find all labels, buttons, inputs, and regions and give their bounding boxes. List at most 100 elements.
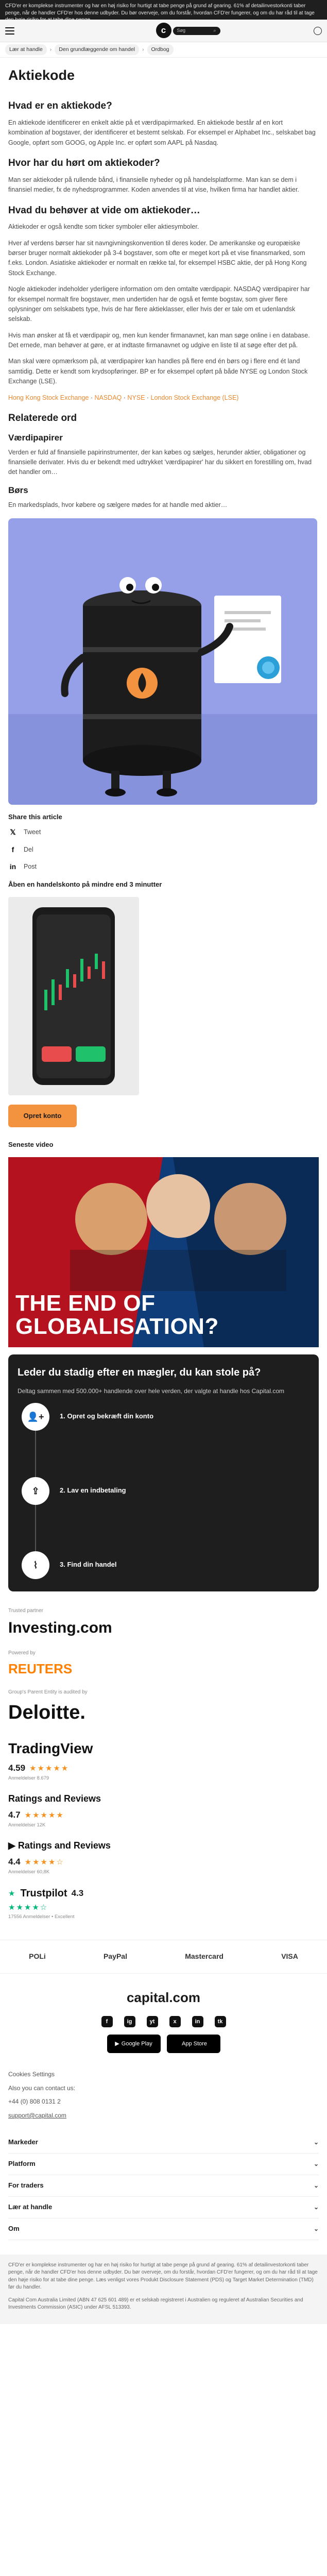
google-play-badge[interactable]: ▶ Google Play — [107, 2035, 161, 2054]
open-account-button[interactable]: Opret konto — [8, 1104, 77, 1127]
share-linkedin[interactable]: in Post — [8, 862, 319, 872]
mastercard-logo: Mastercard — [185, 1952, 223, 1961]
step-1: 1. Opret og bekræft din konto — [60, 1403, 309, 1477]
trustpilot-logo: Trustpilot — [20, 1888, 67, 1900]
footer-nav-learn[interactable]: Lær at handle ⌄ — [8, 2197, 319, 2218]
youtube-icon[interactable]: yt — [146, 2016, 158, 2028]
chevron-down-icon: ⌄ — [313, 2203, 319, 2211]
link-nyse[interactable]: NYSE — [127, 394, 145, 401]
rating-score: 4.4 — [8, 1856, 21, 1867]
broker-cta-card: Leder du stadig efter en mægler, du kan … — [8, 1354, 319, 1592]
video-thumbnail[interactable]: THE END OF GLOBALISATION? — [8, 1157, 319, 1347]
store-label: App Store — [182, 2040, 207, 2047]
breadcrumb: Lær at handle › Den grundlæggende om han… — [0, 42, 327, 58]
footer-nav-about[interactable]: Om ⌄ — [8, 2218, 319, 2240]
store-label: Google Play — [121, 2040, 152, 2047]
nav-label: For traders — [8, 2181, 44, 2190]
step-number: 2. — [60, 1486, 65, 1495]
rating-stars: ★★★★★ — [29, 1764, 70, 1773]
chart-icon: ⌇ — [22, 1551, 49, 1580]
signup-steps: 👤+ ⇪ ⌇ 1. Opret og bekræft din konto 2. … — [18, 1403, 309, 1580]
share-title: Share this article — [8, 813, 62, 821]
trust-caption: Trusted partner — [8, 1608, 43, 1614]
chevron-down-icon: ⌄ — [313, 2225, 319, 2232]
section-heading: Hvad er en aktiekode? — [8, 100, 112, 112]
trust-caption: Group's Parent Entity is audited by — [8, 1689, 88, 1696]
legal-disclaimer: CFD'er er komplekse instrumenter og har … — [0, 2254, 327, 2324]
related-item-title[interactable]: Børs — [8, 485, 319, 496]
share-label: Post — [24, 863, 37, 871]
article-illustration — [8, 518, 317, 805]
footer-nav-traders[interactable]: For traders ⌄ — [8, 2175, 319, 2197]
phone-link[interactable]: +44 (0) 808 0131 2 — [8, 2097, 319, 2107]
chevron-right-icon: › — [142, 46, 144, 53]
trust-trustpilot: ★ Trustpilot 4.3 ★★★★☆ 17556 Anmeldelser… — [8, 1886, 319, 1921]
paypal-logo: PayPal — [104, 1952, 127, 1961]
investing-logo: Investing.com — [8, 1619, 112, 1636]
step-label: Find din handel — [67, 1561, 117, 1569]
app-store-badge[interactable]: App Store — [166, 2035, 220, 2054]
latest-video-title: Seneste video — [8, 1140, 54, 1148]
facebook-icon[interactable]: f — [101, 2016, 113, 2028]
account-cta-title: Åben en handelskonto på mindre end 3 min… — [8, 880, 162, 888]
trust-tradingview: TradingView 4.59 ★★★★★ Anmeldelser 8.679 — [8, 1737, 319, 1783]
footer-nav-markets[interactable]: Markeder ⌄ — [8, 2132, 319, 2154]
x-logo-icon[interactable]: x — [169, 2016, 181, 2028]
share-facebook[interactable]: f Del — [8, 845, 319, 855]
trust-caption: Powered by — [8, 1650, 36, 1656]
linkedin-icon[interactable]: in — [192, 2016, 203, 2028]
breadcrumb-item-glossary[interactable]: Ordbog — [147, 44, 174, 55]
step-3: 3. Find din handel — [60, 1551, 309, 1579]
footer-logo[interactable]: capital.com — [8, 1987, 319, 2008]
nav-label: Platform — [8, 2160, 36, 2168]
ratings-title: Ratings and Reviews — [18, 1840, 111, 1851]
add-user-icon: 👤+ — [22, 1403, 49, 1431]
chevron-down-icon: ⌄ — [313, 2160, 319, 2167]
trust-deloitte: Group's Parent Entity is audited by Delo… — [8, 1688, 319, 1727]
email-link[interactable]: support@capital.com — [8, 2111, 319, 2121]
cookies-settings-link[interactable]: Cookies Settings — [8, 2070, 319, 2079]
phone-chart-illustration — [32, 907, 115, 1085]
step-number: 3. — [60, 1561, 65, 1569]
footer-nav-platform[interactable]: Platform ⌄ — [8, 2154, 319, 2175]
trust-reuters: Powered by REUTERS — [8, 1649, 319, 1679]
rating-score: 4.3 — [71, 1888, 84, 1899]
footer-contact: Cookies Settings Also you can contact us… — [8, 2070, 319, 2120]
tiktok-icon[interactable]: tk — [214, 2016, 226, 2028]
rating-count: Anmeldelser 60,8K — [8, 1869, 50, 1875]
related-item-text: En markedsplads, hvor købere og sælgere … — [8, 501, 228, 509]
linkedin-icon: in — [9, 862, 16, 871]
section-heading: Hvor har du hørt om aktiekoder? — [8, 158, 160, 169]
page-title: Aktiekode — [8, 67, 75, 83]
chevron-right-icon: › — [49, 46, 52, 53]
link-nasdaq[interactable]: NASDAQ — [94, 394, 122, 401]
trust-investing: Trusted partner Investing.com — [8, 1607, 319, 1640]
contact-label: Also you can contact us: — [8, 2084, 76, 2092]
play-store-icon: ▶ — [115, 2040, 119, 2047]
hamburger-icon[interactable] — [5, 27, 14, 35]
video-overlay-text: THE END OF GLOBALISATION? — [15, 1290, 219, 1339]
related-heading: Relaterede ord — [8, 412, 77, 423]
link-hkex[interactable]: Hong Kong Stock Exchange — [8, 394, 89, 401]
site-footer: capital.com f ig yt x in tk ▶ Google Play… — [0, 1974, 327, 2240]
instagram-icon[interactable]: ig — [124, 2016, 135, 2028]
visa-logo: VISA — [281, 1952, 298, 1961]
breadcrumb-item-learn[interactable]: Lær at handle — [5, 44, 47, 55]
user-icon[interactable] — [314, 26, 322, 35]
rating-stars: ★★★★☆ — [24, 1857, 64, 1867]
capital-logo[interactable]: c — [156, 23, 171, 38]
chevron-down-icon: ⌄ — [313, 2181, 319, 2189]
trustpilot-star-icon: ★ — [8, 1889, 16, 1898]
related-item-title[interactable]: Værdipapirer — [8, 432, 319, 444]
breadcrumb-item-basics[interactable]: Den grundlæggende om handel — [55, 44, 139, 55]
link-lse[interactable]: London Stock Exchange (LSE) — [151, 394, 239, 401]
site-header: c Søg ⌕ — [0, 20, 327, 42]
step-connector — [35, 1431, 36, 1478]
rating-count: Anmeldelser 12K — [8, 1822, 46, 1828]
x-logo-icon: 𝕏 — [10, 828, 16, 837]
share-tweet[interactable]: 𝕏 Tweet — [8, 827, 319, 837]
rating-score: 4.59 — [8, 1763, 26, 1773]
chevron-down-icon: ⌄ — [313, 2138, 319, 2146]
search-input[interactable]: Søg ⌕ — [173, 27, 220, 35]
share-label: Del — [24, 845, 33, 853]
